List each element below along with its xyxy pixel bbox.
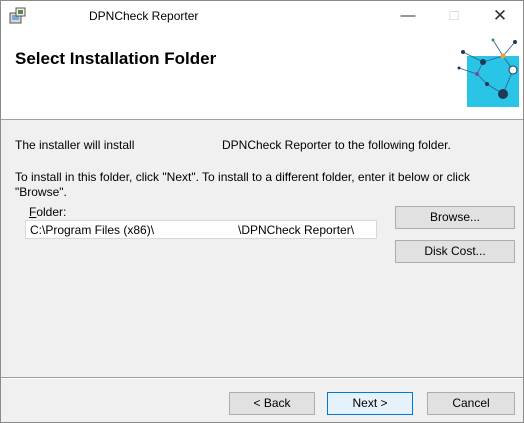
installer-app-icon (9, 7, 26, 24)
page-title: Select Installation Folder (15, 49, 217, 68)
header-banner: Select Installation Folder (1, 31, 523, 120)
folder-path-part1: C:\Program Files (x86)\ (30, 223, 155, 237)
cancel-button[interactable]: Cancel (427, 392, 515, 415)
back-button[interactable]: < Back (229, 392, 315, 415)
next-button[interactable]: Next > (327, 392, 413, 415)
close-button[interactable]: ✕ (477, 1, 523, 31)
folder-path-part2: \DPNCheck Reporter\ (238, 223, 355, 237)
instruction-text: To install in this folder, click "Next".… (15, 170, 470, 199)
intro-text-part2: DPNCheck Reporter to the following folde… (222, 138, 451, 152)
maximize-button[interactable]: □ (431, 1, 477, 31)
window-title: DPNCheck Reporter (89, 9, 199, 23)
footer-divider-highlight (1, 378, 523, 379)
browse-button[interactable]: Browse... (395, 206, 515, 229)
title-bar: DPNCheck Reporter — □ ✕ (1, 1, 523, 31)
network-graphic-icon (453, 34, 519, 107)
installer-window: DPNCheck Reporter — □ ✕ Select Installat… (0, 0, 524, 423)
folder-path-input[interactable]: C:\Program Files (x86)\ \DPNCheck Report… (25, 220, 377, 239)
folder-label: Folder: (29, 205, 66, 219)
folder-label-rest: older: (36, 205, 67, 219)
intro-text-part1: The installer will install (15, 138, 135, 152)
disk-cost-button[interactable]: Disk Cost... (395, 240, 515, 263)
minimize-button[interactable]: — (385, 1, 431, 31)
